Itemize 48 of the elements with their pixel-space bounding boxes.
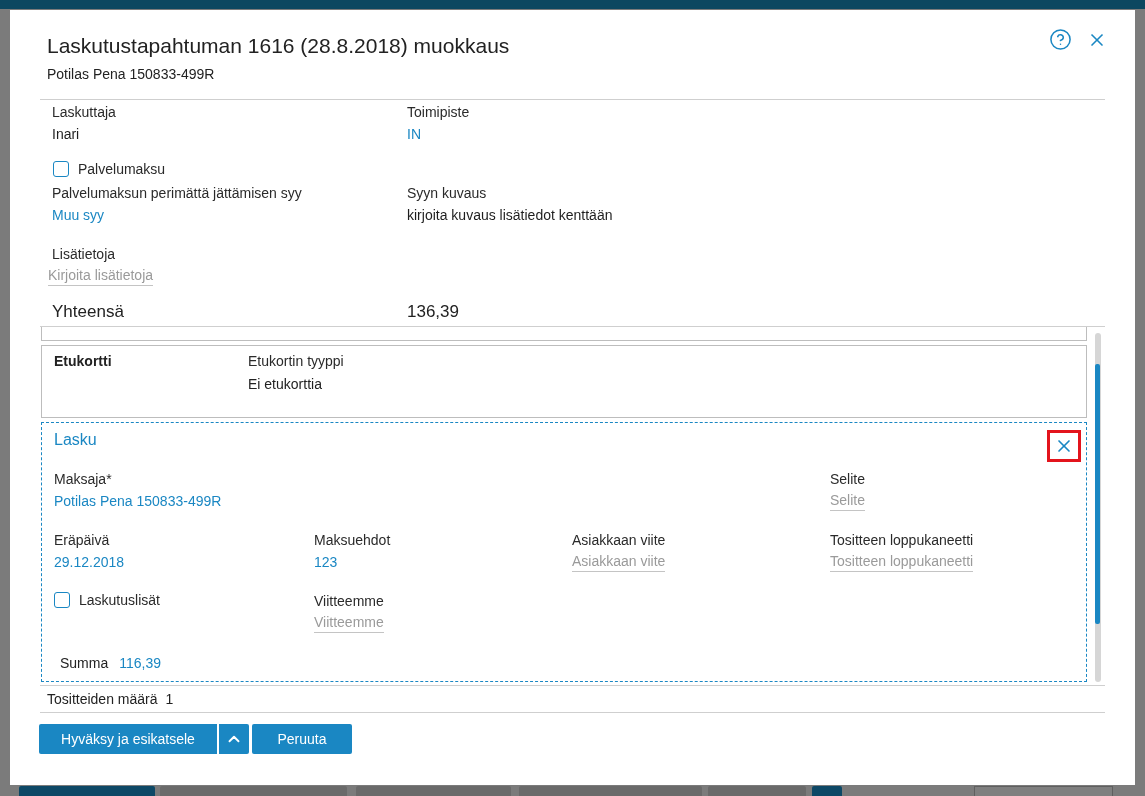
count-label: Tositteiden määrä (47, 690, 158, 709)
sum-label: Summa (60, 654, 109, 673)
field-value: Inari (52, 125, 80, 144)
field-label: Etukortin tyyppi (248, 352, 344, 371)
total-label: Yhteensä (52, 301, 125, 323)
checkbox-label: Palvelumaksu (78, 160, 166, 179)
help-button[interactable] (1049, 28, 1072, 51)
field-value: Ei etukorttia (248, 375, 322, 394)
field-label: Tositteen loppukaneetti (830, 531, 974, 550)
link[interactable]: 123 (314, 552, 338, 572)
field-label: Maksuehdot (314, 531, 391, 550)
link[interactable]: IN (407, 124, 421, 144)
dialog-title: Laskutustapahtuman 1616 (28.8.2018) muokkaus (47, 33, 510, 59)
field-label: Viitteemme (314, 592, 384, 611)
input-field[interactable]: Tositteen loppukaneetti (830, 551, 974, 572)
link[interactable]: Muu syy (52, 205, 105, 225)
input-field[interactable]: Asiakkaan viite (572, 551, 666, 572)
dialog-subtitle: Potilas Pena 150833-499R (47, 65, 215, 84)
field-value: kirjoita kuvaus lisätiedot kenttään (407, 206, 613, 225)
input-field[interactable]: Kirjoita lisätietoja (48, 265, 154, 286)
field-label: Lisätietoja (52, 245, 116, 264)
checkbox-label: Laskutuslisät (79, 591, 160, 610)
link[interactable]: 29.12.2018 (54, 552, 125, 572)
field-label: Selite (830, 470, 866, 489)
cancel-button[interactable]: Peruuta (252, 724, 352, 754)
card-title: Lasku (54, 430, 97, 450)
checkbox[interactable] (54, 592, 70, 608)
help-icon (1049, 28, 1072, 51)
field-label: Palvelumaksun perimättä jättämisen syy (52, 184, 302, 203)
menu-toggle-button[interactable] (219, 724, 249, 754)
field-label: Asiakkaan viite (572, 531, 666, 550)
primary-button[interactable]: Hyväksy ja esikatsele (39, 724, 217, 754)
checkbox[interactable] (53, 161, 69, 177)
field-label: Syyn kuvaus (407, 184, 487, 203)
field-label: Eräpäivä (54, 531, 110, 550)
sum-value: 116,39 (119, 654, 161, 673)
total-value: 136,39 (407, 301, 460, 323)
dimmed-block (812, 786, 842, 796)
field-label: Maksaja* (54, 470, 112, 489)
count-value: 1 (165, 690, 174, 709)
remove-button[interactable] (1047, 430, 1081, 462)
scrollbar[interactable] (1095, 333, 1101, 682)
input-field[interactable]: Selite (830, 490, 866, 511)
input-field[interactable]: Viitteemme (314, 612, 384, 633)
field-label: Laskuttaja (52, 103, 116, 122)
field-label: Toimipiste (407, 103, 470, 122)
link[interactable]: Potilas Pena 150833-499R (54, 491, 222, 511)
card-title: Etukortti (54, 353, 112, 369)
